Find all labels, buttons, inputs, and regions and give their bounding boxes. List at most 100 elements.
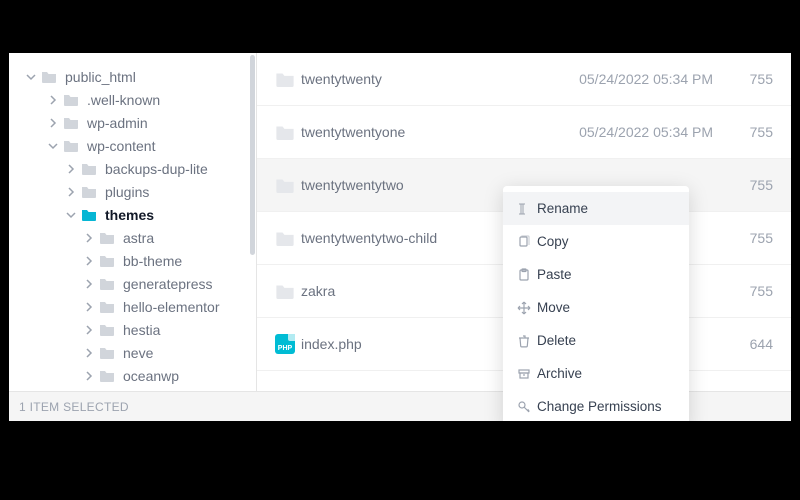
folder-icon xyxy=(275,124,295,140)
delete-icon xyxy=(517,334,537,348)
folder-icon xyxy=(275,177,295,193)
folder-icon xyxy=(63,93,81,107)
folder-icon xyxy=(81,185,99,199)
archive-icon xyxy=(517,367,537,381)
chevron-right-icon xyxy=(83,233,95,243)
tree-node-label: plugins xyxy=(105,184,149,200)
folder-icon xyxy=(41,70,59,84)
file-date: 05/24/2022 05:34 PM xyxy=(543,124,713,140)
folder-icon xyxy=(99,231,117,245)
chevron-down-icon xyxy=(47,141,59,151)
tree-node-astra[interactable]: astra xyxy=(9,226,256,249)
chevron-right-icon xyxy=(83,279,95,289)
folder-icon xyxy=(99,369,117,383)
folder-icon xyxy=(275,71,295,87)
move-icon xyxy=(517,301,537,315)
paste-icon xyxy=(517,268,537,282)
tree-node-wp-content[interactable]: wp-content xyxy=(9,134,256,157)
ctx-copy[interactable]: Copy xyxy=(503,225,689,258)
chevron-right-icon xyxy=(83,348,95,358)
tree-node-label: neve xyxy=(123,345,153,361)
folder-icon xyxy=(99,254,117,268)
file-name: twentytwenty xyxy=(301,71,543,87)
tree-node-wp-admin[interactable]: wp-admin xyxy=(9,111,256,134)
chevron-down-icon xyxy=(65,210,77,220)
php-file-icon: PHP xyxy=(275,334,295,354)
ctx-label: Copy xyxy=(537,234,569,249)
selection-status-text: 1 ITEM SELECTED xyxy=(19,400,129,414)
tree-node-hestia[interactable]: hestia xyxy=(9,318,256,341)
context-menu: Rename Copy Paste Move Delete Archive Ch… xyxy=(503,186,689,421)
ctx-delete[interactable]: Delete xyxy=(503,324,689,357)
file-date: 05/24/2022 05:34 PM xyxy=(543,71,713,87)
file-permissions: 755 xyxy=(713,177,773,193)
chevron-right-icon xyxy=(47,95,59,105)
file-permissions: 755 xyxy=(713,71,773,87)
folder-icon xyxy=(275,283,295,299)
sidebar-scrollbar[interactable] xyxy=(250,55,255,255)
tree-node-label: hestia xyxy=(123,322,160,338)
tree-node-neve[interactable]: neve xyxy=(9,341,256,364)
file-row[interactable]: twentytwenty05/24/2022 05:34 PM755 xyxy=(257,53,791,106)
tree-node-label: wp-content xyxy=(87,138,155,154)
tree-node-public-html[interactable]: public_html xyxy=(9,65,256,88)
folder-tree: public_html .well-known wp-admin wp-cont… xyxy=(9,53,256,387)
chevron-right-icon xyxy=(65,187,77,197)
folder-icon xyxy=(99,300,117,314)
tree-node-generatepress[interactable]: generatepress xyxy=(9,272,256,295)
file-permissions: 755 xyxy=(713,124,773,140)
file-permissions: 755 xyxy=(713,283,773,299)
chevron-right-icon xyxy=(65,164,77,174)
chevron-right-icon xyxy=(83,256,95,266)
selection-status: 1 ITEM SELECTED xyxy=(9,391,257,421)
rename-icon xyxy=(517,202,537,216)
ctx-label: Rename xyxy=(537,201,588,216)
chevron-right-icon xyxy=(83,302,95,312)
tree-node-label: astra xyxy=(123,230,154,246)
ctx-archive[interactable]: Archive xyxy=(503,357,689,390)
tree-node-label: bb-theme xyxy=(123,253,182,269)
chevron-right-icon xyxy=(83,325,95,335)
file-manager: public_html .well-known wp-admin wp-cont… xyxy=(9,53,791,421)
file-row[interactable]: twentytwentyone05/24/2022 05:34 PM755 xyxy=(257,106,791,159)
folder-icon xyxy=(81,162,99,176)
tree-node-label: backups-dup-lite xyxy=(105,161,208,177)
folder-icon xyxy=(275,230,295,246)
tree-node-label: public_html xyxy=(65,69,136,85)
tree-node-oceanwp[interactable]: oceanwp xyxy=(9,364,256,387)
file-name: twentytwentyone xyxy=(301,124,543,140)
tree-node-label: generatepress xyxy=(123,276,213,292)
ctx-change-permissions[interactable]: Change Permissions xyxy=(503,390,689,421)
tree-node-bb-theme[interactable]: bb-theme xyxy=(9,249,256,272)
tree-node-well-known[interactable]: .well-known xyxy=(9,88,256,111)
ctx-label: Paste xyxy=(537,267,572,282)
tree-node-plugins[interactable]: plugins xyxy=(9,180,256,203)
ctx-label: Change Permissions xyxy=(537,399,662,414)
copy-icon xyxy=(517,235,537,249)
tree-node-label: wp-admin xyxy=(87,115,148,131)
file-permissions: 644 xyxy=(713,336,773,352)
key-icon xyxy=(517,400,537,414)
tree-node-label: .well-known xyxy=(87,92,160,108)
ctx-rename[interactable]: Rename xyxy=(503,192,689,225)
tree-node-hello-elementor[interactable]: hello-elementor xyxy=(9,295,256,318)
file-permissions: 755 xyxy=(713,230,773,246)
folder-icon xyxy=(63,116,81,130)
folder-icon xyxy=(99,323,117,337)
folder-icon xyxy=(99,346,117,360)
chevron-right-icon xyxy=(83,371,95,381)
folder-tree-sidebar: public_html .well-known wp-admin wp-cont… xyxy=(9,53,257,421)
tree-node-label: themes xyxy=(105,207,154,223)
tree-node-label: hello-elementor xyxy=(123,299,220,315)
ctx-label: Move xyxy=(537,300,570,315)
folder-icon xyxy=(63,139,81,153)
folder-icon xyxy=(81,208,99,222)
tree-node-themes[interactable]: themes xyxy=(9,203,256,226)
tree-node-backups[interactable]: backups-dup-lite xyxy=(9,157,256,180)
tree-node-label: oceanwp xyxy=(123,368,179,384)
chevron-down-icon xyxy=(25,72,37,82)
ctx-move[interactable]: Move xyxy=(503,291,689,324)
ctx-label: Delete xyxy=(537,333,576,348)
ctx-paste[interactable]: Paste xyxy=(503,258,689,291)
chevron-right-icon xyxy=(47,118,59,128)
